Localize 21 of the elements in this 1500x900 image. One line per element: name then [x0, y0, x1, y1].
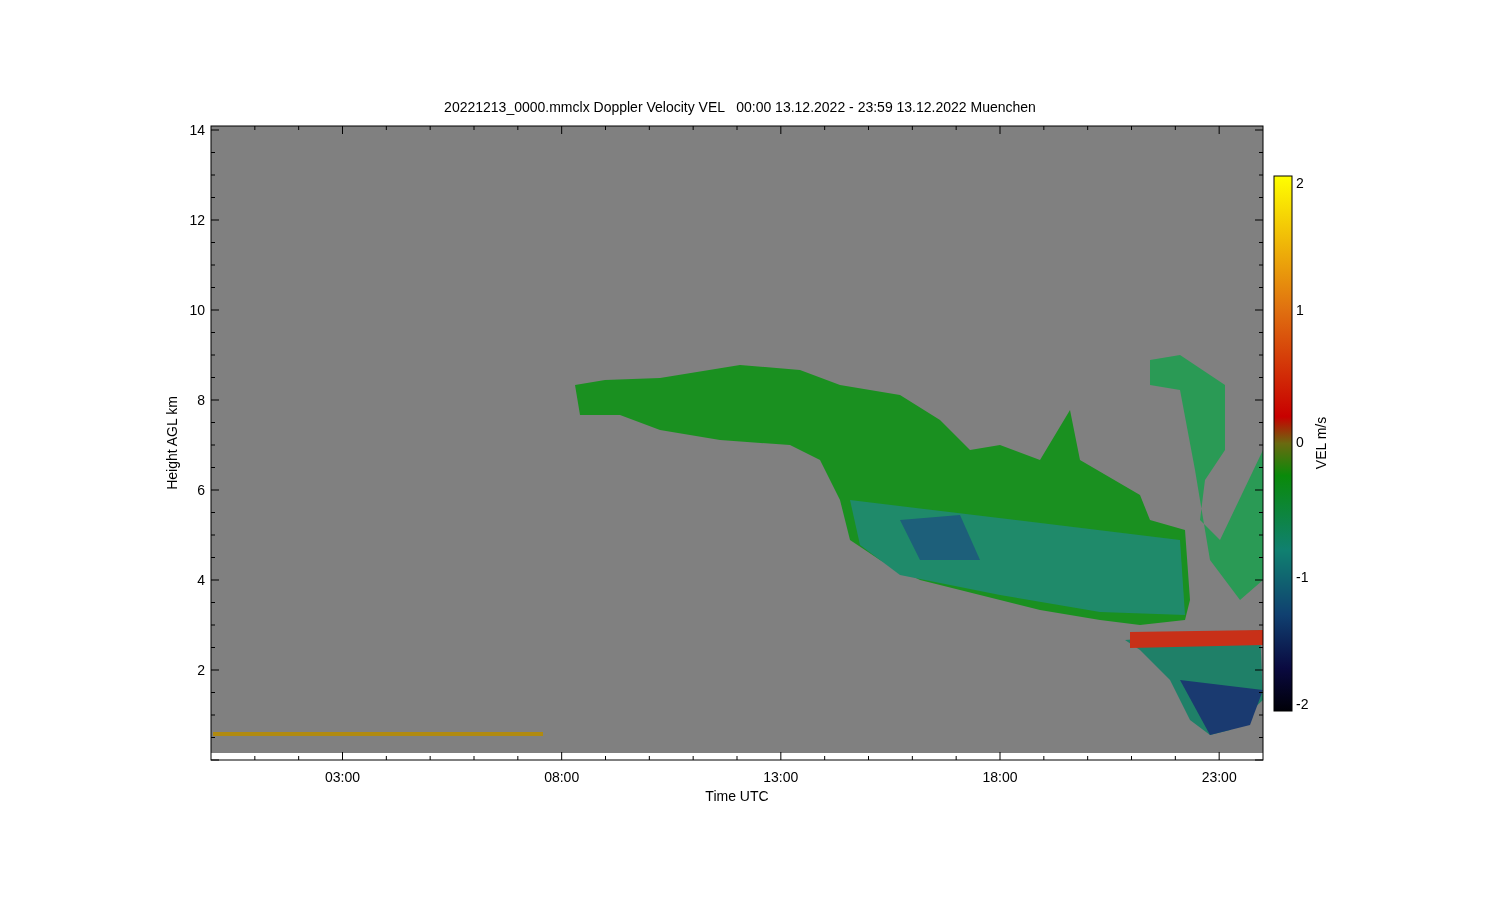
colorbar-tick-label: 1 [1296, 302, 1304, 318]
x-tick-label: 13:00 [763, 769, 799, 785]
chart-title: 20221213_0000.mmclx Doppler Velocity VEL 00:00 13.12.2022 - 23:59 13.12.2022 Muenchen [444, 99, 1036, 115]
x-tick-label: 18:00 [982, 769, 1018, 785]
x-tick-label: 23:00 [1201, 769, 1237, 785]
x-axis-label: Time UTC [705, 788, 769, 804]
x-tick-label: 08:00 [544, 769, 580, 785]
y-tick-label: 10 [189, 302, 205, 318]
colorbar-tick-label: -2 [1296, 696, 1309, 712]
colorbar-tick-label: 2 [1296, 175, 1304, 191]
colorbar-tick-label: 0 [1296, 434, 1304, 450]
y-tick-label: 6 [197, 482, 205, 498]
y-tick-label: 12 [189, 212, 205, 228]
colorbar-tick-label: -1 [1296, 569, 1309, 585]
y-tick-label: 2 [197, 662, 205, 678]
y-tick-label: 14 [189, 122, 205, 138]
colorbar-label: VEL m/s [1313, 416, 1329, 470]
y-axis-label: Height AGL km [164, 396, 180, 490]
y-tick-label: 4 [197, 572, 205, 588]
x-tick-label: 03:00 [325, 769, 360, 785]
y-tick-label: 8 [197, 392, 205, 408]
